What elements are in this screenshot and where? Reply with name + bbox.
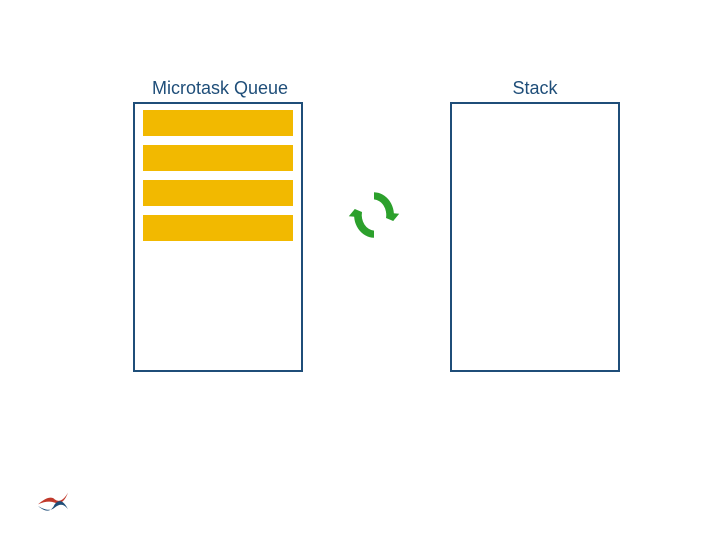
stack-box (450, 102, 620, 372)
queue-task (143, 215, 293, 241)
microtask-queue-label: Microtask Queue (150, 78, 290, 99)
queue-task (143, 145, 293, 171)
stack-label: Stack (500, 78, 570, 99)
queue-task (143, 180, 293, 206)
microtask-queue-box (133, 102, 303, 372)
cycle-icon (344, 185, 404, 245)
logo-icon (36, 486, 70, 516)
queue-task (143, 110, 293, 136)
